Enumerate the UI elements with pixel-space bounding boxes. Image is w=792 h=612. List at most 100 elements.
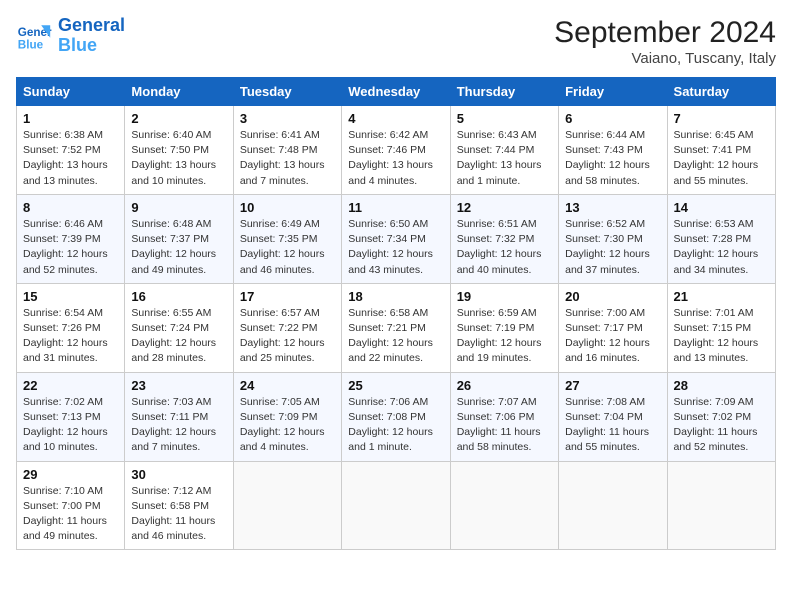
calendar-cell: 13 Sunrise: 6:52 AMSunset: 7:30 PMDayligh… (559, 194, 667, 283)
calendar-cell: 2 Sunrise: 6:40 AMSunset: 7:50 PMDaylight… (125, 106, 233, 195)
calendar-week-row: 15 Sunrise: 6:54 AMSunset: 7:26 PMDayligh… (17, 283, 776, 372)
calendar-cell: 3 Sunrise: 6:41 AMSunset: 7:48 PMDaylight… (233, 106, 341, 195)
day-number: 8 (23, 200, 118, 215)
day-number: 4 (348, 111, 443, 126)
weekday-header: Sunday (17, 78, 125, 106)
weekday-header: Thursday (450, 78, 558, 106)
day-detail: Sunrise: 6:38 AMSunset: 7:52 PMDaylight:… (23, 128, 118, 189)
day-number: 25 (348, 378, 443, 393)
calendar-cell: 28 Sunrise: 7:09 AMSunset: 7:02 PMDayligh… (667, 372, 775, 461)
calendar-cell: 17 Sunrise: 6:57 AMSunset: 7:22 PMDayligh… (233, 283, 341, 372)
calendar-cell (667, 461, 775, 550)
day-detail: Sunrise: 7:00 AMSunset: 7:17 PMDaylight:… (565, 306, 660, 367)
day-detail: Sunrise: 7:02 AMSunset: 7:13 PMDaylight:… (23, 395, 118, 456)
logo: General Blue General Blue (16, 16, 125, 56)
weekday-header: Wednesday (342, 78, 450, 106)
calendar-table: SundayMondayTuesdayWednesdayThursdayFrid… (16, 77, 776, 550)
day-detail: Sunrise: 7:10 AMSunset: 7:00 PMDaylight:… (23, 484, 118, 545)
day-detail: Sunrise: 6:40 AMSunset: 7:50 PMDaylight:… (131, 128, 226, 189)
day-detail: Sunrise: 6:45 AMSunset: 7:41 PMDaylight:… (674, 128, 769, 189)
day-number: 23 (131, 378, 226, 393)
day-detail: Sunrise: 7:12 AMSunset: 6:58 PMDaylight:… (131, 484, 226, 545)
day-detail: Sunrise: 6:43 AMSunset: 7:44 PMDaylight:… (457, 128, 552, 189)
day-number: 7 (674, 111, 769, 126)
day-detail: Sunrise: 7:06 AMSunset: 7:08 PMDaylight:… (348, 395, 443, 456)
day-number: 9 (131, 200, 226, 215)
location: Vaiano, Tuscany, Italy (554, 50, 776, 67)
logo-icon: General Blue (16, 18, 52, 54)
weekday-header: Monday (125, 78, 233, 106)
weekday-header: Friday (559, 78, 667, 106)
svg-text:Blue: Blue (18, 38, 44, 51)
day-number: 30 (131, 467, 226, 482)
calendar-cell: 5 Sunrise: 6:43 AMSunset: 7:44 PMDaylight… (450, 106, 558, 195)
calendar-cell: 25 Sunrise: 7:06 AMSunset: 7:08 PMDayligh… (342, 372, 450, 461)
day-detail: Sunrise: 6:59 AMSunset: 7:19 PMDaylight:… (457, 306, 552, 367)
day-detail: Sunrise: 6:53 AMSunset: 7:28 PMDaylight:… (674, 217, 769, 278)
day-detail: Sunrise: 7:07 AMSunset: 7:06 PMDaylight:… (457, 395, 552, 456)
day-detail: Sunrise: 7:01 AMSunset: 7:15 PMDaylight:… (674, 306, 769, 367)
day-detail: Sunrise: 7:09 AMSunset: 7:02 PMDaylight:… (674, 395, 769, 456)
day-detail: Sunrise: 6:46 AMSunset: 7:39 PMDaylight:… (23, 217, 118, 278)
day-detail: Sunrise: 6:44 AMSunset: 7:43 PMDaylight:… (565, 128, 660, 189)
calendar-cell: 11 Sunrise: 6:50 AMSunset: 7:34 PMDayligh… (342, 194, 450, 283)
day-number: 10 (240, 200, 335, 215)
day-number: 1 (23, 111, 118, 126)
day-number: 18 (348, 289, 443, 304)
calendar-cell: 29 Sunrise: 7:10 AMSunset: 7:00 PMDayligh… (17, 461, 125, 550)
day-number: 21 (674, 289, 769, 304)
day-detail: Sunrise: 6:51 AMSunset: 7:32 PMDaylight:… (457, 217, 552, 278)
page-header: General Blue General Blue September 2024… (16, 16, 776, 67)
title-block: September 2024 Vaiano, Tuscany, Italy (554, 16, 776, 67)
day-number: 28 (674, 378, 769, 393)
day-number: 2 (131, 111, 226, 126)
calendar-cell: 9Sunrise: 6:48 AMSunset: 7:37 PMDaylight… (125, 194, 233, 283)
calendar-cell: 19 Sunrise: 6:59 AMSunset: 7:19 PMDayligh… (450, 283, 558, 372)
day-detail: Sunrise: 6:57 AMSunset: 7:22 PMDaylight:… (240, 306, 335, 367)
calendar-week-row: 1 Sunrise: 6:38 AMSunset: 7:52 PMDaylight… (17, 106, 776, 195)
month-title: September 2024 (554, 16, 776, 50)
day-detail: Sunrise: 7:05 AMSunset: 7:09 PMDaylight:… (240, 395, 335, 456)
day-number: 19 (457, 289, 552, 304)
day-detail: Sunrise: 6:42 AMSunset: 7:46 PMDaylight:… (348, 128, 443, 189)
calendar-cell: 10Sunrise: 6:49 AMSunset: 7:35 PMDayligh… (233, 194, 341, 283)
calendar-cell: 22 Sunrise: 7:02 AMSunset: 7:13 PMDayligh… (17, 372, 125, 461)
day-number: 13 (565, 200, 660, 215)
day-number: 22 (23, 378, 118, 393)
day-number: 12 (457, 200, 552, 215)
calendar-cell (450, 461, 558, 550)
calendar-cell: 18Sunrise: 6:58 AMSunset: 7:21 PMDayligh… (342, 283, 450, 372)
day-number: 3 (240, 111, 335, 126)
logo-text: General Blue (58, 16, 125, 56)
calendar-cell (559, 461, 667, 550)
calendar-cell: 15 Sunrise: 6:54 AMSunset: 7:26 PMDayligh… (17, 283, 125, 372)
day-detail: Sunrise: 6:54 AMSunset: 7:26 PMDaylight:… (23, 306, 118, 367)
day-detail: Sunrise: 6:50 AMSunset: 7:34 PMDaylight:… (348, 217, 443, 278)
calendar-cell: 27Sunrise: 7:08 AMSunset: 7:04 PMDayligh… (559, 372, 667, 461)
calendar-cell: 6Sunrise: 6:44 AMSunset: 7:43 PMDaylight… (559, 106, 667, 195)
weekday-header: Tuesday (233, 78, 341, 106)
calendar-cell: 26Sunrise: 7:07 AMSunset: 7:06 PMDayligh… (450, 372, 558, 461)
day-number: 20 (565, 289, 660, 304)
weekday-header: Saturday (667, 78, 775, 106)
calendar-cell: 4 Sunrise: 6:42 AMSunset: 7:46 PMDaylight… (342, 106, 450, 195)
calendar-cell: 16Sunrise: 6:55 AMSunset: 7:24 PMDayligh… (125, 283, 233, 372)
day-detail: Sunrise: 6:52 AMSunset: 7:30 PMDaylight:… (565, 217, 660, 278)
calendar-cell: 14Sunrise: 6:53 AMSunset: 7:28 PMDayligh… (667, 194, 775, 283)
day-number: 29 (23, 467, 118, 482)
day-number: 5 (457, 111, 552, 126)
calendar-cell: 23 Sunrise: 7:03 AMSunset: 7:11 PMDayligh… (125, 372, 233, 461)
calendar-week-row: 22 Sunrise: 7:02 AMSunset: 7:13 PMDayligh… (17, 372, 776, 461)
calendar-week-row: 8 Sunrise: 6:46 AMSunset: 7:39 PMDaylight… (17, 194, 776, 283)
day-detail: Sunrise: 6:55 AMSunset: 7:24 PMDaylight:… (131, 306, 226, 367)
weekday-header-row: SundayMondayTuesdayWednesdayThursdayFrid… (17, 78, 776, 106)
day-number: 11 (348, 200, 443, 215)
day-number: 15 (23, 289, 118, 304)
day-detail: Sunrise: 7:03 AMSunset: 7:11 PMDaylight:… (131, 395, 226, 456)
calendar-cell: 30 Sunrise: 7:12 AMSunset: 6:58 PMDayligh… (125, 461, 233, 550)
day-number: 24 (240, 378, 335, 393)
day-number: 17 (240, 289, 335, 304)
calendar-cell: 1 Sunrise: 6:38 AMSunset: 7:52 PMDaylight… (17, 106, 125, 195)
day-detail: Sunrise: 6:41 AMSunset: 7:48 PMDaylight:… (240, 128, 335, 189)
calendar-cell (342, 461, 450, 550)
